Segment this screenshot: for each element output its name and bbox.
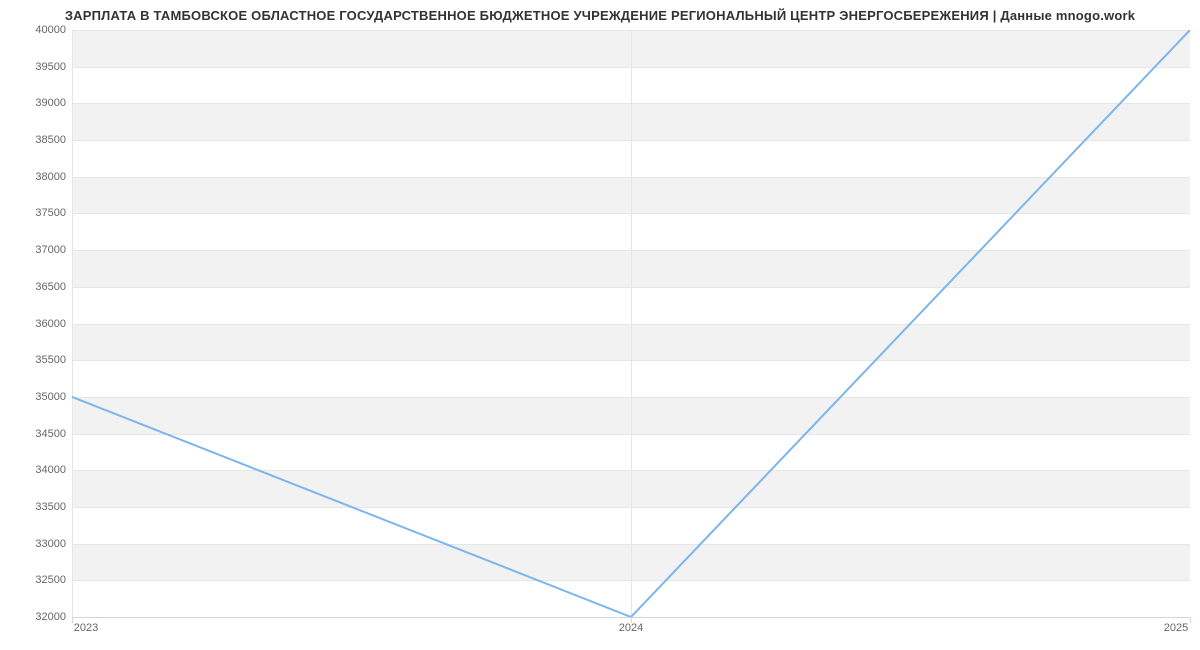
y-tick-label: 32500 xyxy=(6,574,66,586)
y-tick-label: 35500 xyxy=(6,354,66,366)
y-tick-label: 36000 xyxy=(6,318,66,330)
line-series-svg xyxy=(72,30,1190,617)
y-tick-label: 38500 xyxy=(6,134,66,146)
y-tick-label: 33000 xyxy=(6,538,66,550)
y-tick-label: 39000 xyxy=(6,97,66,109)
y-tick-label: 34500 xyxy=(6,428,66,440)
y-tick-label: 34000 xyxy=(6,464,66,476)
x-tick-label: 2025 xyxy=(1164,622,1188,634)
y-tick-label: 33500 xyxy=(6,501,66,513)
y-tick-label: 37000 xyxy=(6,244,66,256)
y-tick-label: 37500 xyxy=(6,207,66,219)
y-tick-label: 35000 xyxy=(6,391,66,403)
series-line xyxy=(72,30,1190,617)
chart-title: ЗАРПЛАТА В ТАМБОВСКОЕ ОБЛАСТНОЕ ГОСУДАРС… xyxy=(0,8,1200,23)
y-tick-label: 36500 xyxy=(6,281,66,293)
y-tick-label: 32000 xyxy=(6,611,66,623)
salary-chart: ЗАРПЛАТА В ТАМБОВСКОЕ ОБЛАСТНОЕ ГОСУДАРС… xyxy=(0,0,1200,650)
x-tick xyxy=(1190,617,1191,623)
x-tick-label: 2023 xyxy=(74,622,98,634)
y-tick-label: 40000 xyxy=(6,24,66,36)
y-tick-label: 39500 xyxy=(6,61,66,73)
x-tick-label: 2024 xyxy=(619,622,643,634)
plot-area[interactable] xyxy=(72,30,1190,618)
y-tick-label: 38000 xyxy=(6,171,66,183)
